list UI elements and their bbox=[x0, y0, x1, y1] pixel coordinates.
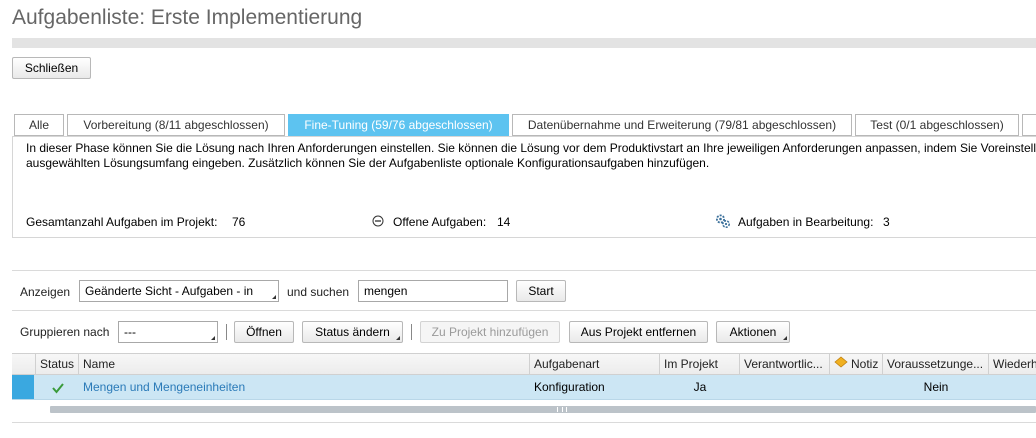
toolbar-separator bbox=[226, 324, 227, 340]
inprogress-tasks-label: Aufgaben in Bearbeitung: bbox=[738, 215, 874, 229]
row-in-project-cell: Ja bbox=[693, 380, 707, 394]
row-note-cell bbox=[830, 375, 883, 399]
open-tasks-value: 14 bbox=[497, 215, 511, 229]
column-name[interactable]: Name bbox=[79, 354, 530, 375]
remove-from-project-button[interactable]: Aus Projekt entfernen bbox=[569, 321, 708, 343]
check-icon bbox=[51, 380, 65, 394]
group-by-label: Gruppieren nach bbox=[20, 325, 110, 339]
select-all-column[interactable] bbox=[12, 354, 36, 375]
dropdown-arrow-icon bbox=[272, 295, 276, 299]
total-tasks-value: 76 bbox=[232, 215, 246, 229]
add-to-project-button[interactable]: Zu Projekt hinzufügen bbox=[420, 321, 560, 343]
search-label: und suchen bbox=[287, 285, 350, 299]
gears-icon bbox=[715, 213, 731, 232]
minus-circle-icon bbox=[372, 215, 384, 230]
total-tasks-label: Gesamtanzahl Aufgaben im Projekt: bbox=[26, 215, 218, 229]
column-note[interactable]: Notiz bbox=[830, 354, 883, 375]
view-select-value: Geänderte Sicht - Aufgaben - in bbox=[85, 284, 254, 298]
group-by-select[interactable]: --- bbox=[118, 321, 218, 343]
inprogress-tasks-value: 3 bbox=[883, 215, 890, 229]
filter-divider bbox=[12, 310, 1036, 311]
column-repeat[interactable]: Wiederh bbox=[989, 354, 1036, 375]
title-divider bbox=[12, 38, 1036, 48]
tab-preparation[interactable]: Vorbereitung (8/11 abgeschlossen) bbox=[67, 114, 285, 136]
start-button[interactable]: Start bbox=[516, 280, 566, 302]
note-icon bbox=[834, 354, 848, 375]
tab-data-migration[interactable]: Datenübernahme und Erweiterung (79/81 ab… bbox=[512, 114, 852, 136]
scrollbar-grip-icon bbox=[557, 407, 567, 412]
show-label: Anzeigen bbox=[20, 285, 71, 299]
phase-description-line2: ausgewählten Lösungsumfang eingeben. Zus… bbox=[26, 156, 710, 170]
column-responsible[interactable]: Verantwortlic... bbox=[740, 354, 830, 375]
open-button[interactable]: Öffnen bbox=[234, 321, 294, 343]
toolbar-separator bbox=[411, 324, 412, 340]
table-header: Status Name Aufgabenart Im Projekt Veran… bbox=[12, 353, 1036, 375]
column-type[interactable]: Aufgabenart bbox=[530, 354, 660, 375]
column-in-project[interactable]: Im Projekt bbox=[660, 354, 740, 375]
group-by-value: --- bbox=[124, 325, 136, 339]
change-status-button[interactable]: Status ändern bbox=[302, 321, 403, 343]
phase-description-line1: In dieser Phase können Sie die Lösung na… bbox=[26, 141, 1036, 155]
search-input[interactable]: mengen bbox=[358, 280, 508, 302]
row-type-cell: Konfiguration bbox=[534, 380, 605, 394]
row-prerequisite-cell: Nein bbox=[923, 380, 949, 394]
tab-all[interactable]: Alle bbox=[14, 114, 64, 136]
tab-fine-tuning[interactable]: Fine-Tuning (59/76 abgeschlossen) bbox=[288, 114, 509, 136]
dropdown-arrow-icon bbox=[211, 336, 215, 340]
actions-menu-label: Aktionen bbox=[729, 325, 777, 339]
horizontal-scrollbar[interactable] bbox=[50, 406, 1036, 413]
open-tasks-label: Offene Aufgaben: bbox=[393, 215, 487, 229]
page-title: Aufgabenliste: Erste Implementierung bbox=[12, 6, 363, 29]
section-divider bbox=[12, 270, 1036, 271]
dropdown-arrow-icon bbox=[783, 336, 787, 340]
column-note-label: Notiz bbox=[851, 357, 879, 371]
row-responsible-cell bbox=[740, 375, 830, 399]
tab-test[interactable]: Test (0/1 abgeschlossen) bbox=[855, 114, 1019, 136]
row-selector[interactable] bbox=[12, 375, 34, 399]
view-select[interactable]: Geänderte Sicht - Aufgaben - in bbox=[79, 280, 279, 302]
actions-menu-button[interactable]: Aktionen bbox=[716, 321, 790, 343]
row-repeat-cell bbox=[989, 375, 1036, 399]
table-bottom-divider bbox=[12, 422, 1036, 423]
column-prerequisite[interactable]: Voraussetzunge... bbox=[883, 354, 989, 375]
phase-description: In dieser Phase können Sie die Lösung na… bbox=[26, 141, 1036, 171]
column-status[interactable]: Status bbox=[36, 354, 79, 375]
table-row[interactable]: Mengen und Mengeneinheiten Konfiguration… bbox=[12, 375, 1036, 400]
row-status-cell bbox=[36, 375, 79, 399]
change-status-label: Status ändern bbox=[315, 325, 390, 339]
row-name-link[interactable]: Mengen und Mengeneinheiten bbox=[83, 375, 523, 399]
close-button[interactable]: Schließen bbox=[12, 57, 91, 79]
dropdown-arrow-icon bbox=[396, 336, 400, 340]
tab-more[interactable] bbox=[1022, 114, 1036, 136]
